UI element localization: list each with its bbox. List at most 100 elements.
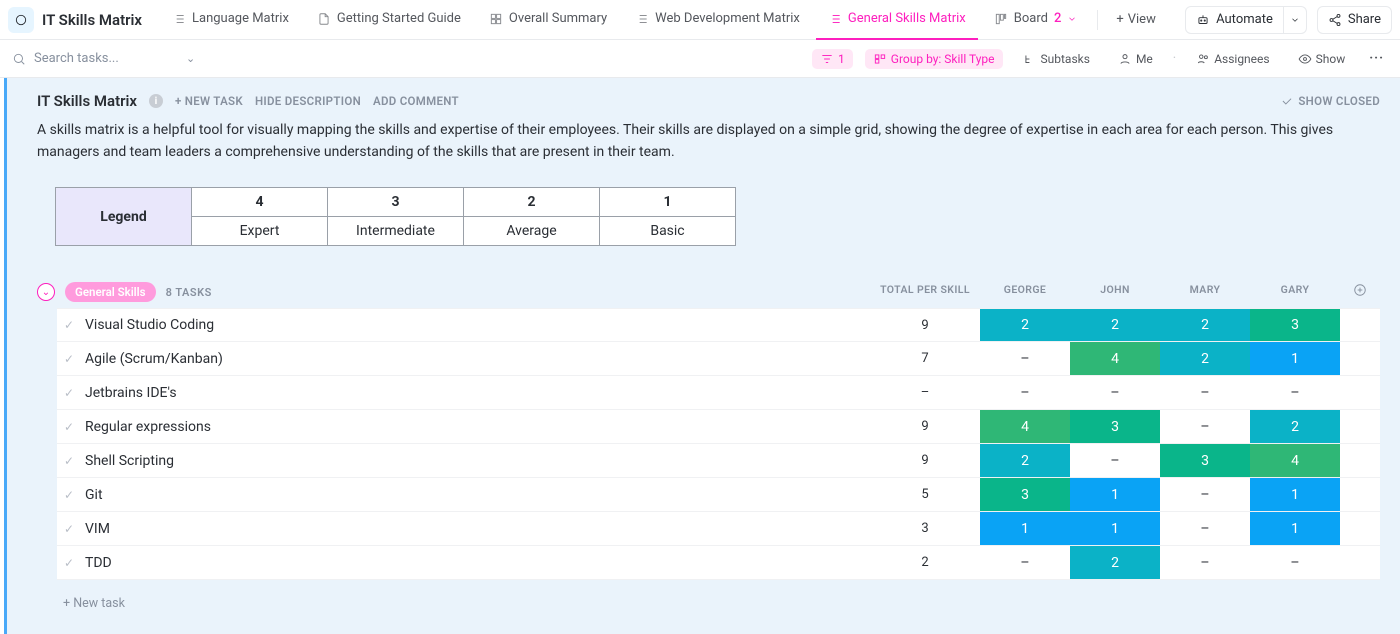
skill-cell[interactable]: 2 — [1160, 309, 1250, 341]
col-header-john[interactable]: JOHN — [1070, 283, 1160, 301]
add-column-button[interactable] — [1340, 283, 1380, 301]
task-row[interactable]: ✓ Jetbrains IDE's – –––– — [57, 376, 1380, 410]
legend-label: Intermediate — [328, 217, 464, 246]
skill-cell[interactable]: 2 — [1160, 342, 1250, 375]
skill-cell[interactable]: 3 — [980, 478, 1070, 511]
task-total[interactable]: 9 — [870, 309, 980, 341]
share-button[interactable]: Share — [1317, 6, 1392, 34]
app-title: IT Skills Matrix — [42, 11, 142, 29]
skill-cell[interactable]: 2 — [980, 444, 1070, 477]
skill-cell[interactable]: 4 — [1070, 342, 1160, 375]
automate-button[interactable]: Automate — [1185, 6, 1284, 34]
filter-count: 1 — [838, 52, 845, 66]
task-row[interactable]: ✓ TDD 2 –2–– — [57, 546, 1380, 580]
task-name: Agile (Scrum/Kanban) — [81, 342, 870, 375]
skill-cell[interactable]: 3 — [1070, 410, 1160, 443]
filter-chip[interactable]: 1 — [812, 49, 853, 69]
divider — [1097, 10, 1098, 30]
subtasks-chip[interactable]: Subtasks — [1015, 49, 1098, 69]
tab-board[interactable]: Board 2 — [982, 0, 1090, 40]
new-task-button[interactable]: + NEW TASK — [175, 94, 243, 108]
task-row[interactable]: ✓ Shell Scripting 9 2–34 — [57, 444, 1380, 478]
tab-getting-started[interactable]: Getting Started Guide — [305, 0, 473, 40]
row-tail — [1340, 512, 1380, 545]
col-header-total[interactable]: TOTAL PER SKILL — [870, 283, 980, 301]
skill-cell[interactable]: – — [980, 376, 1070, 409]
task-row[interactable]: ✓ Git 5 31–1 — [57, 478, 1380, 512]
chevron-down-icon[interactable]: ⌄ — [186, 52, 195, 65]
group-name-pill[interactable]: General Skills — [65, 282, 156, 302]
search-wrap[interactable]: ⌄ — [12, 51, 195, 66]
skill-cell[interactable]: – — [1250, 376, 1340, 409]
search-input[interactable] — [34, 51, 174, 66]
check-icon: ✓ — [57, 376, 81, 409]
skill-cell[interactable]: – — [1250, 546, 1340, 579]
list-icon — [172, 12, 186, 26]
new-task-row[interactable]: + New task — [17, 588, 1400, 625]
show-closed-label: SHOW CLOSED — [1298, 94, 1380, 108]
add-comment-button[interactable]: ADD COMMENT — [373, 94, 459, 108]
collapse-group-button[interactable]: ⌄ — [37, 283, 55, 301]
legend-table: Legend 4 3 2 1 Expert Intermediate Avera… — [55, 187, 736, 246]
skill-cell[interactable]: – — [980, 546, 1070, 579]
skill-cell[interactable]: – — [1160, 478, 1250, 511]
eye-icon — [1298, 52, 1312, 66]
skill-cell[interactable]: 2 — [1070, 546, 1160, 579]
skill-cell[interactable]: 1 — [1250, 512, 1340, 545]
skill-cell[interactable]: – — [1160, 512, 1250, 545]
skill-cell[interactable]: – — [1160, 546, 1250, 579]
skill-cell[interactable]: 3 — [1250, 309, 1340, 341]
skill-cell[interactable]: 1 — [1250, 478, 1340, 511]
skill-cell[interactable]: – — [1070, 376, 1160, 409]
group-by-chip[interactable]: Group by: Skill Type — [865, 49, 1003, 69]
skill-cell[interactable]: – — [1160, 376, 1250, 409]
task-total[interactable]: – — [870, 376, 980, 409]
tab-general-skills-matrix[interactable]: General Skills Matrix — [816, 0, 978, 40]
robot-icon — [1196, 13, 1210, 27]
task-total[interactable]: 5 — [870, 478, 980, 511]
task-row[interactable]: ✓ Regular expressions 9 43–2 — [57, 410, 1380, 444]
task-total[interactable]: 7 — [870, 342, 980, 375]
skill-cell[interactable]: 2 — [1250, 410, 1340, 443]
show-label: Show — [1316, 52, 1346, 66]
col-header-george[interactable]: GEORGE — [980, 283, 1070, 301]
info-icon[interactable]: i — [149, 94, 163, 108]
skill-cell[interactable]: 4 — [980, 410, 1070, 443]
col-header-gary[interactable]: GARY — [1250, 283, 1340, 301]
skill-cell[interactable]: 1 — [1250, 342, 1340, 375]
skill-cell[interactable]: 1 — [980, 512, 1070, 545]
skill-cell[interactable]: 4 — [1250, 444, 1340, 477]
skill-cell[interactable]: 2 — [1070, 309, 1160, 341]
tab-web-development-matrix[interactable]: Web Development Matrix — [623, 0, 812, 40]
tab-label: Overall Summary — [509, 11, 607, 26]
skill-cell[interactable]: 1 — [1070, 512, 1160, 545]
board-count: 2 — [1054, 11, 1061, 26]
tab-language-matrix[interactable]: Language Matrix — [160, 0, 301, 40]
skill-cell[interactable]: 3 — [1160, 444, 1250, 477]
skill-cell[interactable]: – — [1160, 410, 1250, 443]
me-chip[interactable]: Me — [1110, 49, 1161, 69]
task-row[interactable]: ✓ Agile (Scrum/Kanban) 7 –421 — [57, 342, 1380, 376]
show-closed-toggle[interactable]: SHOW CLOSED — [1280, 94, 1380, 108]
col-header-mary[interactable]: MARY — [1160, 283, 1250, 301]
add-view-button[interactable]: + View — [1106, 12, 1166, 27]
task-total[interactable]: 3 — [870, 512, 980, 545]
skill-cell[interactable]: – — [1070, 444, 1160, 477]
task-total[interactable]: 9 — [870, 410, 980, 443]
skill-cell[interactable]: 2 — [980, 309, 1070, 341]
legend-label: Average — [464, 217, 600, 246]
row-tail — [1340, 342, 1380, 375]
task-row[interactable]: ✓ Visual Studio Coding 9 2223 — [57, 308, 1380, 342]
skill-cell[interactable]: 1 — [1070, 478, 1160, 511]
task-row[interactable]: ✓ VIM 3 11–1 — [57, 512, 1380, 546]
task-total[interactable]: 9 — [870, 444, 980, 477]
automate-dropdown[interactable] — [1284, 6, 1307, 34]
show-chip[interactable]: Show — [1290, 49, 1354, 69]
board-icon — [994, 12, 1008, 26]
task-total[interactable]: 2 — [870, 546, 980, 579]
tab-overall-summary[interactable]: Overall Summary — [477, 0, 619, 40]
more-menu[interactable]: ··· — [1365, 51, 1388, 66]
hide-description-button[interactable]: HIDE DESCRIPTION — [255, 94, 361, 108]
skill-cell[interactable]: – — [980, 342, 1070, 375]
assignees-chip[interactable]: Assignees — [1188, 49, 1277, 69]
